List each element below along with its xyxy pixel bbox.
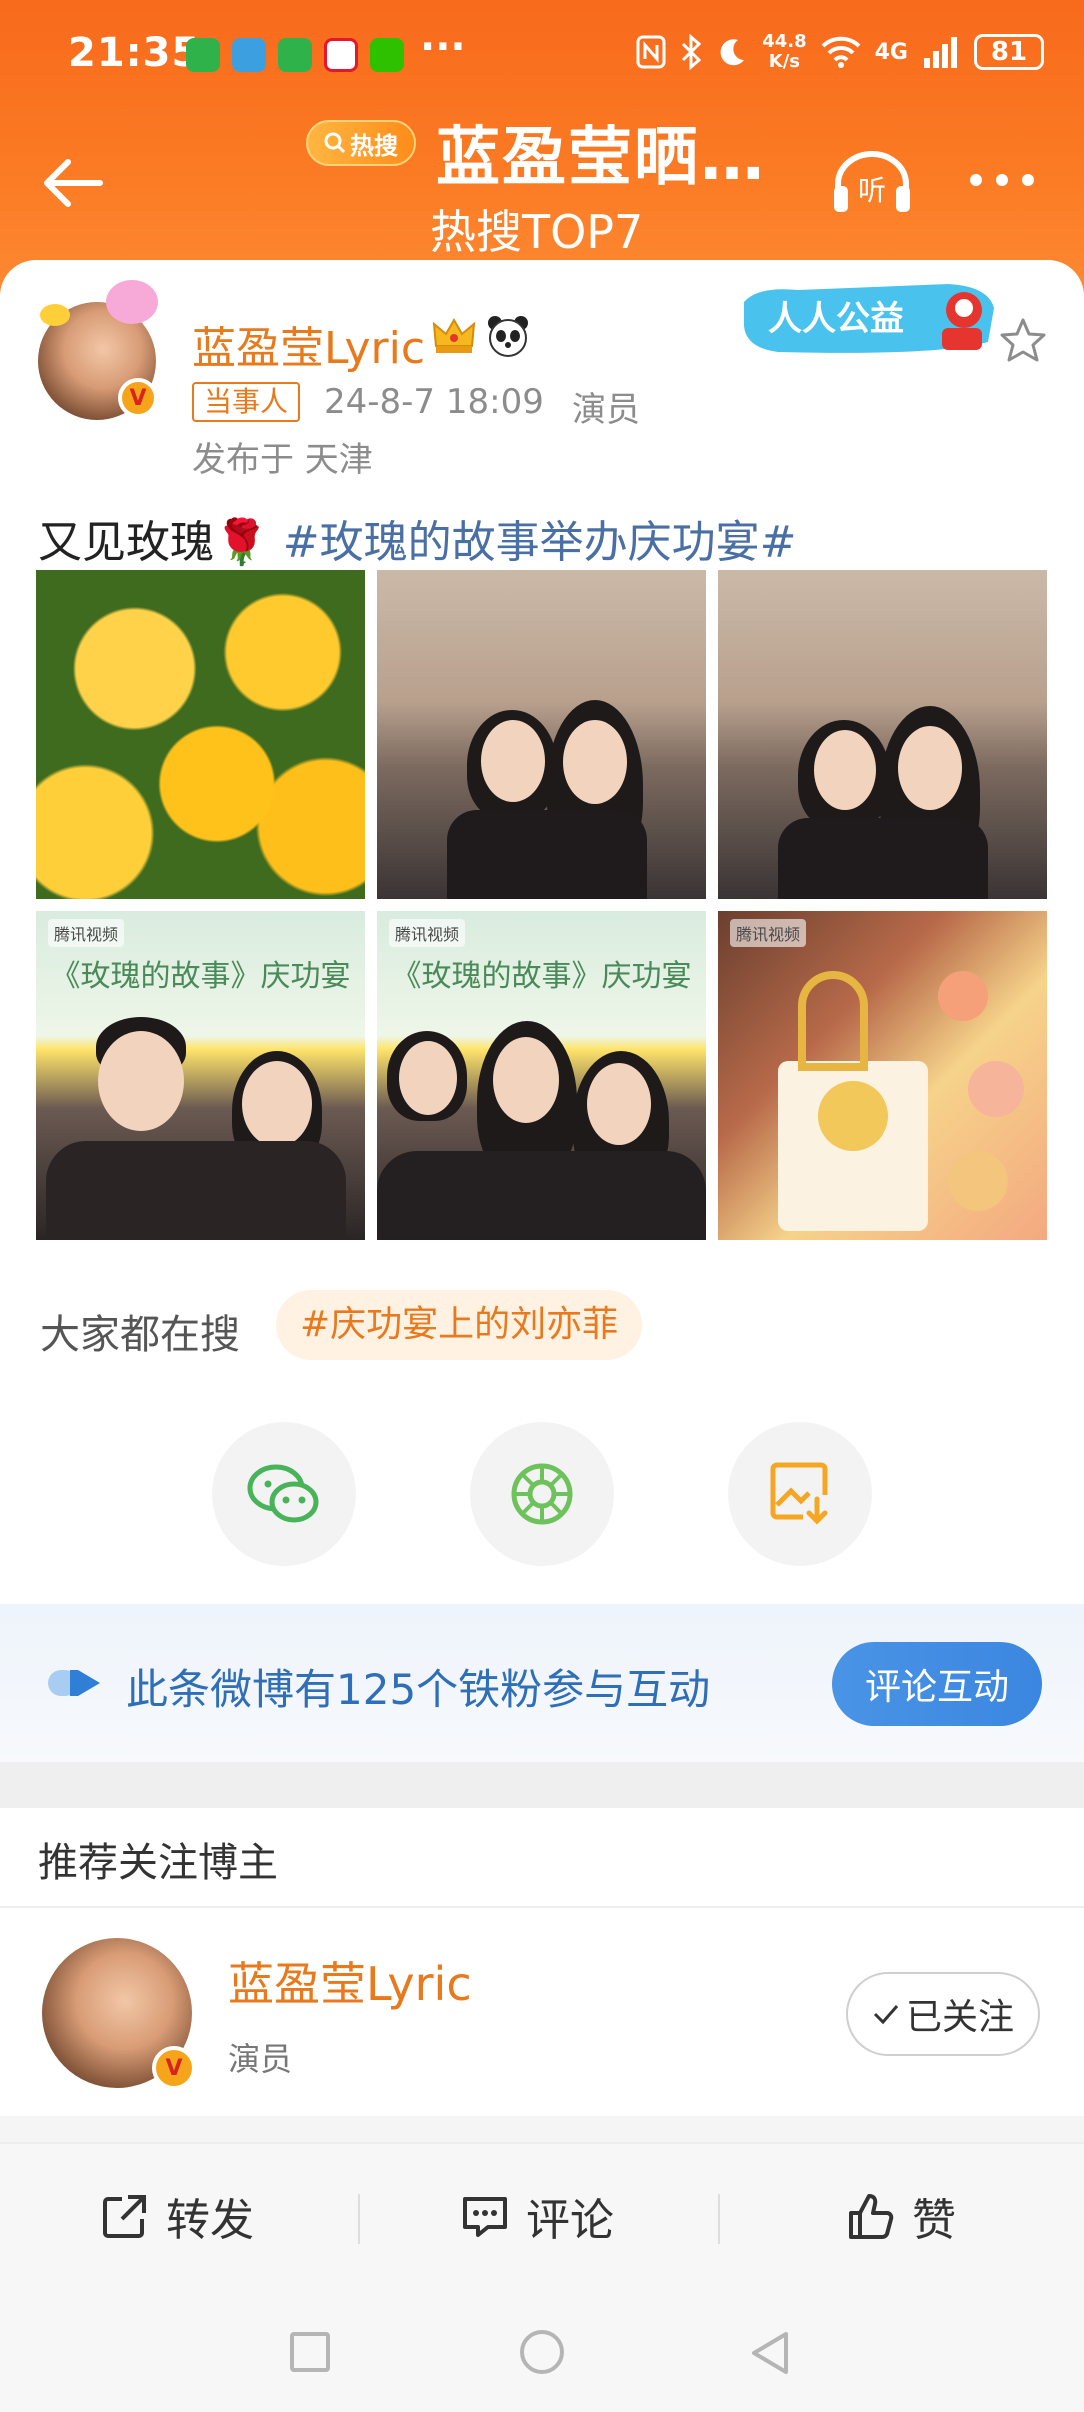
search-chip[interactable]: #庆功宴上的刘亦菲	[276, 1290, 643, 1360]
party-tag: 当事人	[192, 382, 301, 422]
search-label: 大家都在搜	[40, 1312, 240, 1358]
favorite-star-icon[interactable]	[998, 316, 1048, 366]
verified-badge: V	[152, 2046, 196, 2090]
network-speed: 44.8 K/s	[762, 31, 807, 72]
home-button[interactable]	[520, 2330, 564, 2374]
fans-interaction-bar: 此条微博有125个铁粉参与互动 评论互动	[0, 1604, 1084, 1762]
divider	[358, 2194, 360, 2244]
save-image-icon	[770, 1462, 828, 1525]
bluetooth-icon	[682, 34, 702, 70]
more-notifications-icon: ···	[420, 24, 466, 70]
page-title: 蓝盈莹晒…	[436, 121, 766, 195]
post-location: 发布于 天津	[192, 440, 373, 480]
photo-cake[interactable]: 腾讯视频	[718, 911, 1047, 1240]
thumbs-up-icon	[849, 2194, 894, 2239]
divider	[0, 1906, 1084, 1908]
post-time: 24-8-7 18:09	[324, 382, 544, 422]
wechat-icon	[247, 1464, 319, 1523]
moments-icon	[511, 1463, 573, 1525]
follow-label: 已关注	[905, 1997, 1014, 2038]
post-hashtag[interactable]: #玫瑰的故事举办庆功宴#	[283, 517, 797, 568]
photo-selfie-1[interactable]	[377, 570, 706, 899]
followed-button[interactable]: 已关注	[846, 1972, 1040, 2056]
app-notification-icon	[278, 38, 312, 72]
battery-indicator: 81	[974, 34, 1044, 70]
fans-interaction-icon	[48, 1670, 100, 1696]
section-gap	[0, 1762, 1084, 1808]
moon-icon	[720, 39, 745, 66]
share-wechat-button[interactable]	[212, 1422, 356, 1566]
photo-banner-text: 《玫瑰的故事》庆功宴	[50, 959, 351, 994]
verified-badge: V	[118, 378, 158, 418]
share-moments-button[interactable]	[470, 1422, 614, 1566]
svg-text:听: 听	[858, 174, 886, 207]
hot-badge-label: 热搜	[350, 131, 398, 160]
section-gap	[0, 2116, 1084, 2142]
fans-interaction-text: 此条微博有125个铁粉参与互动	[126, 1665, 711, 1714]
comment-button[interactable]: 评论	[460, 2184, 614, 2248]
panda-icon	[488, 316, 528, 357]
avatar-decoration	[40, 304, 70, 326]
network-type: 4G	[874, 39, 908, 65]
photo-selfie-2[interactable]	[718, 570, 1047, 899]
charity-badge[interactable]: 人人公益	[738, 272, 1000, 360]
notification-icons	[186, 38, 404, 72]
photo-grid: 腾讯视频 《玫瑰的故事》庆功宴 腾讯视频 《玫瑰的故事》庆功宴 腾讯视频	[36, 570, 1048, 1240]
recommend-name[interactable]: 蓝盈莹Lyric	[228, 1948, 472, 2014]
signal-icon	[924, 37, 957, 68]
repost-icon	[103, 2195, 146, 2238]
post-text: 又见玫瑰🌹 #玫瑰的故事举办庆功宴#	[38, 506, 797, 570]
comment-label: 评论	[526, 2195, 614, 2246]
photo-watermark: 腾讯视频	[48, 919, 125, 947]
nfc-icon	[636, 35, 666, 69]
divider	[718, 2194, 720, 2244]
recommend-role: 演员	[228, 2040, 293, 2078]
recommend-title: 推荐关注博主	[38, 1840, 278, 1886]
system-navigation-bar	[0, 2292, 1084, 2412]
photo-watermark: 腾讯视频	[389, 919, 466, 947]
app-notification-icon	[232, 38, 266, 72]
crown-icon	[432, 317, 476, 353]
photo-watermark: 腾讯视频	[730, 919, 807, 947]
save-image-button[interactable]	[728, 1422, 872, 1566]
page-subtitle: 热搜TOP7	[430, 205, 644, 259]
search-icon	[324, 132, 346, 154]
recent-apps-button[interactable]	[290, 2332, 330, 2372]
action-bar: 转发 评论 赞	[0, 2142, 1084, 2292]
photo-group-2[interactable]: 腾讯视频 《玫瑰的故事》庆功宴	[377, 911, 706, 1240]
more-menu-icon[interactable]	[970, 160, 1060, 200]
comment-icon	[463, 2197, 507, 2237]
check-icon	[873, 2005, 899, 2025]
status-bar: 21:35 ··· 44.8 K/s 4G 81	[0, 20, 1084, 92]
comment-interact-button[interactable]: 评论互动	[832, 1642, 1042, 1726]
status-icons: 44.8 K/s 4G 81	[636, 32, 1044, 72]
weibo-notification-icon	[324, 38, 358, 72]
photo-group-1[interactable]: 腾讯视频 《玫瑰的故事》庆功宴	[36, 911, 365, 1240]
photo-banner-text: 《玫瑰的故事》庆功宴	[391, 959, 692, 994]
header: 21:35 ··· 44.8 K/s 4G 81 热搜 蓝盈莹晒… 热搜TOP7 …	[0, 0, 1084, 300]
repost-button[interactable]: 转发	[100, 2184, 254, 2248]
author-name[interactable]: 蓝盈莹Lyric	[192, 312, 425, 376]
hot-search-badge: 热搜	[306, 120, 416, 166]
back-arrow-icon[interactable]	[38, 148, 108, 218]
like-button[interactable]: 赞	[846, 2184, 956, 2248]
repost-label: 转发	[166, 2195, 254, 2246]
svg-text:人人公益: 人人公益	[768, 299, 904, 339]
post-body: 又见玫瑰🌹	[38, 517, 269, 568]
like-label: 赞	[912, 2195, 956, 2246]
listen-headphone-icon[interactable]: 听	[830, 146, 914, 216]
system-back-icon[interactable]	[748, 2330, 792, 2376]
wifi-icon	[821, 36, 861, 68]
author-role: 演员	[572, 390, 640, 430]
wechat-notification-icon	[370, 38, 404, 72]
avatar-decoration	[106, 280, 158, 324]
app-notification-icon	[186, 38, 220, 72]
status-time: 21:35	[68, 30, 201, 76]
photo-yellow-roses[interactable]	[36, 570, 365, 899]
